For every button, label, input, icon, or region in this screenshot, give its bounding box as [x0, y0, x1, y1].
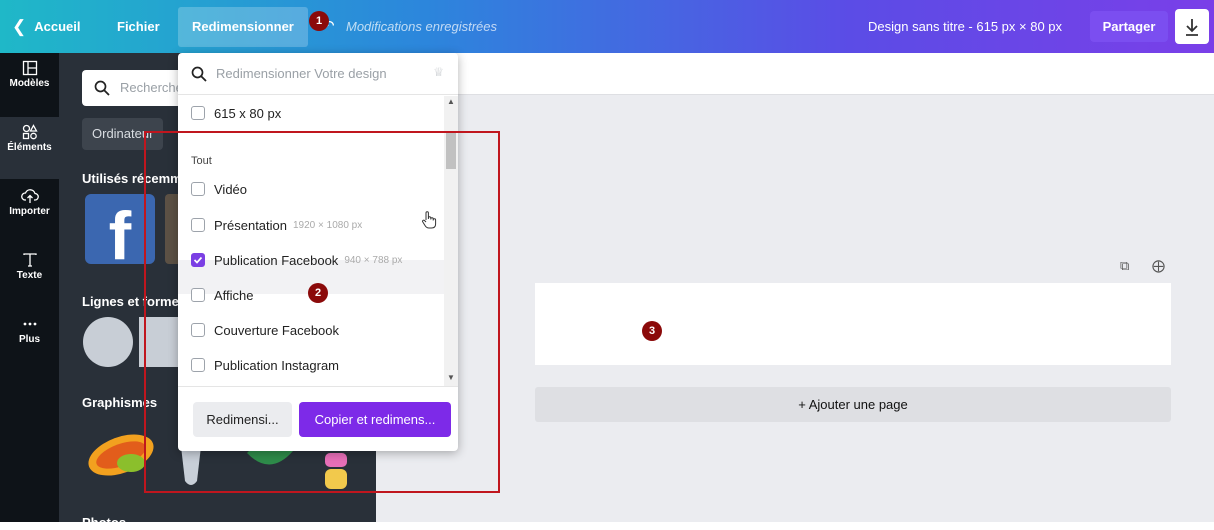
option-dimensions: 1920 × 1080 px — [293, 219, 363, 231]
option-custom-size[interactable]: 615 x 80 px — [191, 100, 281, 126]
checkbox[interactable] — [191, 218, 205, 232]
resize-search-placeholder: Redimensionner Votre design — [216, 66, 387, 81]
file-menu-button[interactable]: Fichier — [117, 0, 160, 53]
crown-icon: ♕ — [433, 65, 444, 79]
home-label: Accueil — [34, 19, 81, 34]
recent-heading: Utilisés récemm — [82, 171, 182, 186]
rail-label: Éléments — [7, 142, 52, 153]
photos-heading: Photos — [82, 515, 127, 530]
shapes-heading: Lignes et forme — [82, 294, 179, 309]
search-icon — [191, 66, 207, 82]
chevron-left-icon: ❮ — [12, 17, 27, 36]
filter-chip-computer[interactable]: Ordinateur — [82, 118, 164, 150]
rail-item-text[interactable]: Texte — [0, 245, 59, 307]
add-page-button[interactable]: + Ajouter une page — [535, 387, 1171, 422]
download-icon — [1186, 18, 1198, 36]
checkbox[interactable] — [191, 182, 205, 196]
text-icon — [22, 253, 37, 267]
elements-icon — [22, 124, 38, 140]
section-label: Tout — [191, 155, 212, 167]
canvas-toolbar — [376, 53, 1214, 95]
templates-icon — [22, 60, 37, 76]
resize-search-input[interactable]: Redimensionner Votre design ♕ — [178, 53, 458, 95]
option-presentation[interactable]: Présentation 1920 × 1080 px — [191, 212, 362, 238]
option-instagram-post[interactable]: Publication Instagram — [191, 352, 339, 378]
circle-shape[interactable] — [83, 317, 133, 367]
annotation-badge-2: 2 — [308, 283, 328, 303]
checkbox[interactable] — [191, 323, 205, 337]
option-dimensions: 940 × 788 px — [344, 254, 403, 266]
rail-label: Modèles — [9, 78, 50, 89]
option-video[interactable]: Vidéo — [191, 176, 247, 202]
top-bar: ❮ Accueil Fichier Redimensionner ↶ Modif… — [0, 0, 1214, 53]
rail-label: Importer — [9, 206, 50, 217]
rail-item-elements[interactable]: Éléments — [0, 117, 59, 179]
facebook-logo-icon[interactable]: f — [85, 194, 155, 264]
resize-dropdown: Redimensionner Votre design ♕ 615 x 80 p… — [178, 53, 458, 451]
panel-search-placeholder: Recherche — [120, 80, 183, 95]
share-button[interactable]: Partager — [1090, 11, 1168, 42]
option-facebook-post[interactable]: Publication Facebook 940 × 788 px — [191, 247, 402, 273]
duplicate-page-icon[interactable]: ⧉ — [1120, 258, 1129, 274]
option-poster[interactable]: Affiche — [191, 282, 254, 308]
option-label: Affiche — [214, 287, 254, 303]
checkbox[interactable] — [191, 288, 205, 302]
design-page[interactable] — [535, 283, 1171, 365]
side-rail: Modèles Éléments Importer Texte Plus — [0, 53, 59, 522]
scroll-down-icon[interactable]: ▼ — [447, 373, 455, 382]
copy-and-resize-button[interactable]: Copier et redimens... — [299, 402, 451, 437]
search-icon — [94, 80, 110, 96]
checkbox[interactable] — [191, 358, 205, 372]
annotation-badge-1: 1 — [309, 11, 329, 31]
option-label: 615 x 80 px — [214, 105, 282, 121]
add-page-icon[interactable]: ⨁ — [1152, 258, 1165, 274]
checkbox[interactable] — [191, 106, 205, 120]
more-icon — [23, 322, 36, 326]
checkbox-checked[interactable] — [191, 253, 205, 267]
design-title[interactable]: Design sans titre - 615 px × 80 px — [868, 0, 1062, 53]
graphics-heading: Graphismes — [82, 395, 158, 410]
rail-item-upload[interactable]: Importer — [0, 181, 59, 243]
divider — [178, 131, 444, 132]
scroll-up-icon[interactable]: ▲ — [447, 97, 455, 106]
rail-label: Texte — [16, 270, 43, 281]
option-label: Publication Instagram — [214, 357, 340, 373]
option-facebook-cover[interactable]: Couverture Facebook — [191, 317, 339, 343]
check-icon — [193, 256, 203, 264]
save-status: Modifications enregistrées — [346, 19, 498, 34]
dropdown-footer: Redimensi... Copier et redimens... — [178, 386, 458, 451]
rail-item-more[interactable]: Plus — [0, 309, 59, 371]
home-button[interactable]: ❮ Accueil — [12, 0, 81, 53]
rail-item-templates[interactable]: Modèles — [0, 53, 59, 115]
annotation-badge-3: 3 — [642, 321, 662, 341]
option-label: Couverture Facebook — [214, 322, 340, 338]
upload-icon — [20, 189, 39, 203]
canvas-area: ⧉ ⨁ + Ajouter une page — [376, 53, 1214, 522]
scrollbar-thumb[interactable] — [446, 131, 456, 169]
papaya-icon[interactable] — [79, 423, 159, 483]
option-label: Présentation — [214, 217, 287, 233]
rail-label: Plus — [18, 334, 41, 345]
resize-confirm-button[interactable]: Redimensi... — [193, 402, 292, 437]
option-label: Vidéo — [214, 181, 248, 197]
option-label: Publication Facebook — [214, 252, 339, 268]
hand-cursor-icon — [422, 211, 437, 229]
resize-button[interactable]: Redimensionner — [178, 7, 308, 47]
download-button[interactable] — [1175, 9, 1209, 44]
